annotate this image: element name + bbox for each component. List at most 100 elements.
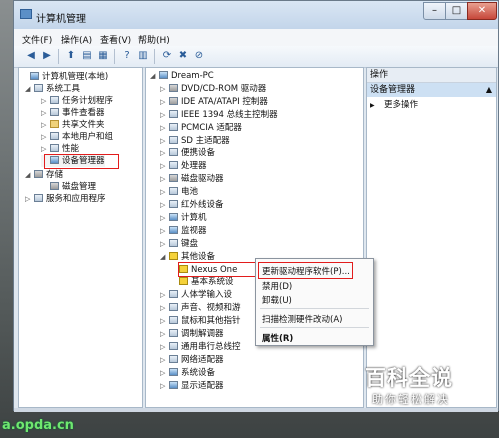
users-icon [50, 132, 59, 140]
tree-item-shared-folders[interactable]: ▷ 共享文件夹 [41, 119, 105, 131]
computer-management-window: 计算机管理 – □ ✕ 文件(F) 操作(A) 查看(V) 帮助(H) ◀ ▶ … [13, 0, 499, 412]
expand-icon[interactable]: ▷ [160, 109, 168, 121]
expand-icon[interactable]: ▷ [41, 131, 49, 143]
device-tree-item[interactable]: ▷ IDE ATA/ATAPI 控制器 [160, 96, 268, 108]
disable-icon[interactable]: ⊘ [192, 49, 206, 63]
device-tree-item[interactable]: ▷ 通用串行总线控 [160, 341, 241, 353]
menu-file[interactable]: 文件(F) [22, 33, 52, 46]
menu-uninstall[interactable]: 卸载(U) [262, 294, 292, 306]
forward-icon[interactable]: ▶ [40, 49, 54, 63]
expand-icon[interactable]: ▷ [160, 238, 168, 250]
actions-section-device-manager[interactable]: 设备管理器 ▲ [367, 83, 496, 97]
device-tree-item[interactable]: ▷ 人体学输入设 [160, 289, 232, 301]
device-icon [169, 238, 178, 247]
storage-icon [34, 170, 43, 178]
menu-scan-hardware[interactable]: 扫描检测硬件改动(A) [262, 313, 342, 325]
expand-icon[interactable]: ▷ [160, 302, 168, 314]
expand-icon[interactable]: ▷ [160, 212, 168, 224]
tree-item-disk-management[interactable]: 磁盘管理 [41, 181, 96, 193]
menu-view[interactable]: 查看(V) [100, 33, 131, 46]
expand-icon[interactable]: ▷ [160, 199, 168, 211]
properties-icon[interactable]: ▦ [96, 49, 110, 63]
device-tree-item[interactable]: ▷ 红外线设备 [160, 199, 224, 211]
tools-icon [34, 84, 43, 92]
action-more-actions[interactable]: ▶ 更多操作 [370, 99, 418, 111]
device-tree-item[interactable]: 基本系统设 [170, 276, 234, 288]
computer-icon [159, 71, 168, 79]
tree-item-system-tools[interactable]: ◢ 系统工具 [25, 83, 80, 95]
tree-item-local-users[interactable]: ▷ 本地用户和组 [41, 131, 113, 143]
tree-item-storage[interactable]: ◢ 存储 [25, 169, 63, 181]
actions-pane: 操作 设备管理器 ▲ ▶ 更多操作 [366, 67, 497, 408]
tree-item-computer-management[interactable]: 计算机管理(本地) [21, 71, 108, 83]
expand-icon[interactable]: ▷ [41, 119, 49, 131]
expand-icon[interactable]: ▷ [25, 193, 33, 205]
device-tree-item[interactable]: ▷ 声音、视频和游 [160, 302, 241, 314]
device-tree-item[interactable]: ▷ 电池 [160, 186, 198, 198]
device-manager-highlight-box [44, 154, 119, 169]
show-hide-tree-icon[interactable]: ▤ [80, 49, 94, 63]
expand-icon[interactable]: ▷ [160, 341, 168, 353]
device-tree-item[interactable]: ▷ SD 主适配器 [160, 135, 230, 147]
menu-properties[interactable]: 属性(R) [262, 332, 293, 344]
device-tree-item[interactable]: ▷ 网络适配器 [160, 354, 224, 366]
expand-icon[interactable]: ▷ [160, 225, 168, 237]
expand-icon[interactable]: ▷ [160, 147, 168, 159]
expand-icon[interactable]: ▷ [160, 380, 168, 392]
update-driver-icon[interactable]: ⟳ [160, 49, 174, 63]
expand-icon[interactable]: ▷ [160, 96, 168, 108]
action-pane-icon[interactable]: ▥ [136, 49, 150, 63]
minimize-button[interactable]: – [423, 2, 446, 20]
menu-update-driver[interactable]: 更新驱动程序软件(P)... [262, 265, 350, 277]
tree-item-event-viewer[interactable]: ▷ 事件查看器 [41, 107, 105, 119]
device-tree-item[interactable]: ▷ IEEE 1394 总线主控制器 [160, 109, 278, 121]
help-icon[interactable]: ? [120, 49, 134, 63]
expand-icon[interactable]: ▷ [160, 160, 168, 172]
back-icon[interactable]: ◀ [24, 49, 38, 63]
device-tree-item[interactable]: ▷ 键盘 [160, 238, 198, 250]
device-tree-item[interactable]: ▷ 系统设备 [160, 367, 215, 379]
expand-icon[interactable]: ▷ [160, 328, 168, 340]
device-tree-item[interactable]: ▷ PCMCIA 适配器 [160, 122, 242, 134]
collapse-icon[interactable]: ◢ [25, 169, 33, 181]
expand-icon[interactable]: ▷ [160, 354, 168, 366]
device-tree-item[interactable]: ▷ 显示适配器 [160, 380, 224, 392]
menu-help[interactable]: 帮助(H) [138, 33, 170, 46]
device-tree-item[interactable]: ▷ DVD/CD-ROM 驱动器 [160, 83, 266, 95]
uninstall-icon[interactable]: ✖ [176, 49, 190, 63]
expand-icon[interactable]: ▷ [160, 315, 168, 327]
tree-item-services-apps[interactable]: ▷ 服务和应用程序 [25, 193, 106, 205]
device-tree-item[interactable]: ▷ 便携设备 [160, 147, 215, 159]
expand-icon[interactable]: ▷ [160, 122, 168, 134]
up-icon[interactable]: ⬆ [64, 49, 78, 63]
toolbar-separator [58, 49, 59, 64]
menu-disable[interactable]: 禁用(D) [262, 280, 292, 292]
device-tree-item[interactable]: ▷ 磁盘驱动器 [160, 173, 224, 185]
tree-item-task-scheduler[interactable]: ▷ 任务计划程序 [41, 95, 113, 107]
expand-icon[interactable]: ▷ [41, 95, 49, 107]
expand-icon[interactable]: ▷ [41, 107, 49, 119]
event-log-icon [50, 108, 59, 116]
expand-icon[interactable]: ▷ [160, 367, 168, 379]
device-tree-item[interactable]: ▷ 调制解调器 [160, 328, 224, 340]
collapse-icon[interactable]: ◢ [150, 70, 158, 82]
expand-icon[interactable]: ▷ [160, 135, 168, 147]
expand-icon[interactable]: ▷ [160, 83, 168, 95]
menu-action[interactable]: 操作(A) [61, 33, 92, 46]
expand-icon[interactable]: ▷ [160, 186, 168, 198]
collapse-icon[interactable]: ◢ [160, 251, 168, 263]
device-tree-item[interactable]: ▷ 处理器 [160, 160, 207, 172]
device-tree-item[interactable]: ▷ 计算机 [160, 212, 207, 224]
collapse-icon[interactable]: ◢ [25, 83, 33, 95]
device-tree-item[interactable]: ▷ 监视器 [160, 225, 207, 237]
tree-item-label: 任务计划程序 [62, 96, 114, 106]
title-bar[interactable]: 计算机管理 – □ ✕ [14, 1, 498, 29]
maximize-button[interactable]: □ [445, 2, 468, 20]
expand-icon[interactable]: ▷ [160, 173, 168, 185]
close-button[interactable]: ✕ [467, 2, 497, 20]
expand-icon[interactable]: ▷ [160, 289, 168, 301]
drive-icon [169, 83, 178, 92]
device-tree-item[interactable]: ▷ 鼠标和其他指针 [160, 315, 241, 327]
collapse-caret-icon[interactable]: ▲ [486, 83, 492, 97]
device-tree-item[interactable]: ◢ Dream-PC [150, 70, 214, 82]
